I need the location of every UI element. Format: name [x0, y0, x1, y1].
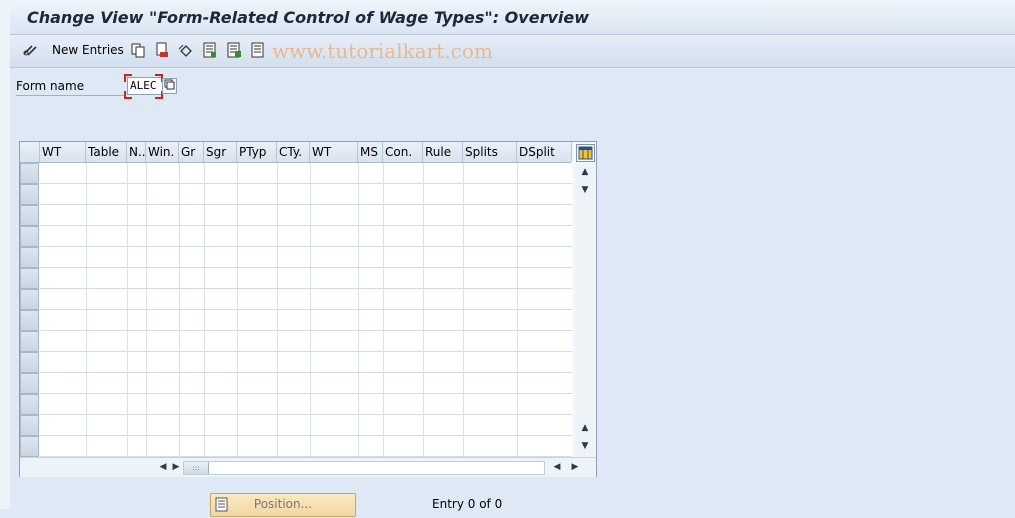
- column-header[interactable]: WT: [40, 142, 86, 162]
- column-divider: [127, 163, 128, 457]
- column-divider: [179, 163, 180, 457]
- column-divider: [383, 163, 384, 457]
- wage-type-table: WT Table N.. Win. Gr Sgr PTyp CTy. WT MS…: [19, 141, 597, 477]
- table-row[interactable]: [40, 226, 572, 247]
- column-divider: [204, 163, 205, 457]
- column-divider: [277, 163, 278, 457]
- horizontal-scrollbar[interactable]: ◀ ▶ ::: ◀ ▶: [20, 457, 596, 477]
- row-selector[interactable]: [20, 310, 39, 331]
- row-selector[interactable]: [20, 415, 39, 436]
- scroll-thumb[interactable]: :::: [184, 462, 209, 474]
- table-row[interactable]: [40, 394, 572, 415]
- row-selector[interactable]: [20, 163, 39, 184]
- column-header[interactable]: PTyp: [237, 142, 277, 162]
- delete-icon[interactable]: [154, 42, 170, 58]
- row-selector[interactable]: [20, 352, 39, 373]
- scroll-down-icon[interactable]: ▼: [579, 441, 591, 451]
- row-selector[interactable]: [20, 289, 39, 310]
- column-divider: [517, 163, 518, 457]
- undo-icon[interactable]: [178, 42, 194, 58]
- table-row[interactable]: [40, 205, 572, 226]
- column-divider: [310, 163, 311, 457]
- column-header[interactable]: WT: [310, 142, 358, 162]
- row-selector[interactable]: [20, 373, 39, 394]
- column-header[interactable]: Rule: [423, 142, 463, 162]
- row-selector[interactable]: [20, 226, 39, 247]
- table-row[interactable]: [40, 352, 572, 373]
- table-row[interactable]: [40, 184, 572, 205]
- table-settings-icon[interactable]: [576, 144, 595, 162]
- focus-corner-icon: [124, 74, 132, 82]
- new-entries-button[interactable]: New Entries: [52, 43, 124, 57]
- column-divider: [463, 163, 464, 457]
- table-header: WT Table N.. Win. Gr Sgr PTyp CTy. WT MS…: [20, 142, 572, 163]
- copy-icon[interactable]: [130, 42, 146, 58]
- position-button[interactable]: Position...: [210, 493, 356, 517]
- table-row[interactable]: [40, 289, 572, 310]
- scroll-down-icon[interactable]: ▼: [579, 185, 591, 195]
- value-help-icon[interactable]: [162, 78, 177, 94]
- row-selector[interactable]: [20, 247, 39, 268]
- scroll-up-icon[interactable]: ▲: [579, 423, 591, 433]
- column-header[interactable]: MS: [358, 142, 383, 162]
- scroll-right-icon[interactable]: ▶: [171, 462, 181, 472]
- select-all-icon[interactable]: [202, 42, 218, 58]
- vertical-scrollbar[interactable]: ▲ ▼ ▲ ▼: [575, 163, 595, 458]
- column-header[interactable]: Splits: [463, 142, 517, 162]
- column-divider: [146, 163, 147, 457]
- table-row[interactable]: [40, 268, 572, 289]
- scroll-up-icon[interactable]: ▲: [579, 167, 591, 177]
- column-divider: [237, 163, 238, 457]
- table-row[interactable]: [40, 415, 572, 436]
- application-toolbar: New Entries www.tutorialkart.com: [10, 35, 1015, 68]
- column-header[interactable]: N..: [127, 142, 146, 162]
- title-bar: Change View "Form-Related Control of Wag…: [10, 0, 1015, 35]
- column-divider: [86, 163, 87, 457]
- main-content: Form name ALEC WT Table N.. Win. Gr Sgr …: [10, 68, 1015, 517]
- column-divider: [358, 163, 359, 457]
- scroll-track[interactable]: :::: [183, 461, 545, 475]
- table-row[interactable]: [40, 373, 572, 394]
- column-header[interactable]: Table: [86, 142, 127, 162]
- table-row[interactable]: [40, 331, 572, 352]
- deselect-all-icon[interactable]: [250, 42, 266, 58]
- column-header[interactable]: Con.: [383, 142, 423, 162]
- scroll-left-icon[interactable]: ◀: [158, 462, 168, 472]
- scroll-right-icon[interactable]: ▶: [570, 462, 580, 472]
- row-selector[interactable]: [20, 436, 39, 457]
- row-selector[interactable]: [20, 268, 39, 289]
- page-title: Change View "Form-Related Control of Wag…: [27, 8, 589, 27]
- table-row[interactable]: [40, 163, 572, 184]
- edit-glasses-icon[interactable]: [22, 42, 38, 58]
- select-block-icon[interactable]: [226, 42, 242, 58]
- column-header[interactable]: Sgr: [204, 142, 237, 162]
- select-all-cell[interactable]: [20, 142, 40, 162]
- column-header[interactable]: DSplit: [517, 142, 572, 162]
- row-selector[interactable]: [20, 205, 39, 226]
- focus-corner-icon: [124, 91, 132, 99]
- table-row[interactable]: [40, 247, 572, 268]
- column-divider: [423, 163, 424, 457]
- table-row[interactable]: [40, 310, 572, 331]
- row-selector[interactable]: [20, 184, 39, 205]
- row-selector[interactable]: [20, 331, 39, 352]
- column-header[interactable]: Gr: [179, 142, 204, 162]
- watermark-text: www.tutorialkart.com: [272, 39, 493, 63]
- column-header[interactable]: Win.: [146, 142, 179, 162]
- table-row[interactable]: [40, 436, 572, 457]
- form-name-label: Form name: [16, 79, 126, 96]
- column-header[interactable]: CTy.: [277, 142, 310, 162]
- scroll-left-icon[interactable]: ◀: [552, 462, 562, 472]
- row-selector[interactable]: [20, 394, 39, 415]
